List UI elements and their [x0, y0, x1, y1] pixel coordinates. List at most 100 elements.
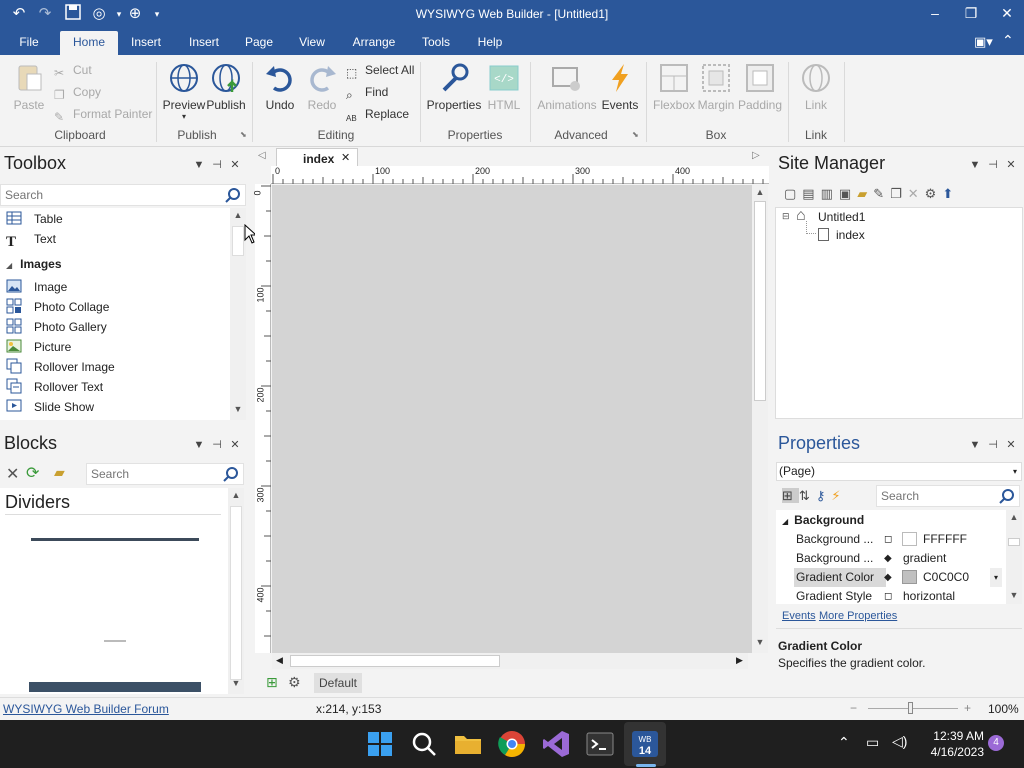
tab-arrange[interactable]: Arrange [346, 31, 402, 55]
redo-button[interactable]: Redo [302, 62, 342, 112]
layer-default-tab[interactable]: Default [314, 673, 362, 693]
format-painter-button[interactable]: ✎ Format Painter [54, 104, 152, 124]
close-icon[interactable]: ✕ [226, 158, 244, 171]
cut-button[interactable]: ✂ Cut [54, 60, 92, 80]
network-icon[interactable]: ▭ [866, 734, 879, 751]
panel-menu-icon[interactable]: ▼ [966, 439, 984, 451]
tab-insert[interactable]: Insert [124, 31, 168, 55]
dialog-launcher-icon[interactable]: ⬊ [632, 130, 639, 139]
duplicate-page-icon[interactable]: ❐ [890, 186, 908, 201]
scroll-down-icon[interactable]: ▼ [752, 637, 768, 647]
tab-view[interactable]: View [294, 31, 330, 55]
page-properties-icon[interactable]: ⚙ [925, 186, 943, 201]
move-up-icon[interactable]: ⬆ [942, 186, 959, 201]
block-divider-bar[interactable] [29, 682, 201, 692]
toolbox-search[interactable] [0, 184, 246, 206]
scroll-thumb[interactable] [230, 506, 242, 680]
pin-icon[interactable]: ⊣ [984, 158, 1002, 171]
zoom-out-icon[interactable]: − [850, 701, 857, 715]
terminal-icon[interactable] [584, 728, 616, 760]
tab-file[interactable]: File [8, 31, 50, 55]
properties-scrollbar[interactable]: ▲ ▼ [1006, 510, 1022, 604]
object-selector[interactable]: (Page) ▾ [776, 462, 1022, 481]
wrench-icon[interactable]: ⚷ [816, 488, 832, 503]
scroll-left-icon[interactable]: ◀ [276, 655, 283, 666]
clock-date[interactable]: 4/16/2023 [920, 745, 984, 759]
scroll-right-icon[interactable]: ▶ [736, 655, 743, 666]
properties-search-input[interactable] [881, 486, 992, 506]
file-explorer-icon[interactable] [452, 728, 484, 760]
scroll-down-icon[interactable]: ▼ [1006, 590, 1022, 600]
scroll-up-icon[interactable]: ▲ [230, 210, 246, 220]
scroll-thumb[interactable] [290, 655, 500, 667]
display-options-icon[interactable]: ▣▾ [974, 34, 993, 50]
link-button[interactable]: Link [794, 62, 838, 112]
property-category-background[interactable]: ◢ Background [782, 513, 864, 527]
toolbox-item-rollover-image[interactable]: Rollover Image [6, 357, 115, 377]
scroll-down-icon[interactable]: ▼ [230, 404, 246, 414]
property-row[interactable]: Background ... ◆ gradient [778, 549, 1008, 568]
toolbox-item-slide-show[interactable]: Slide Show [6, 397, 94, 417]
pin-icon[interactable]: ⊣ [208, 438, 226, 451]
windows-start-icon[interactable] [364, 728, 396, 760]
toolbox-item-picture[interactable]: Picture [6, 337, 71, 357]
zoom-slider-thumb[interactable] [908, 702, 913, 714]
replace-button[interactable]: AB Replace [346, 104, 409, 124]
find-button[interactable]: ⌕ Find [346, 82, 388, 102]
visual-studio-icon[interactable] [540, 728, 572, 760]
collapse-ribbon-icon[interactable]: ⌃ [1002, 32, 1014, 49]
page-template-icon[interactable]: ▣ [839, 186, 857, 201]
scroll-up-icon[interactable]: ▲ [1006, 512, 1022, 522]
lightning-icon[interactable]: ⚡ [831, 488, 846, 503]
toolbox-item-image[interactable]: Image [6, 277, 67, 297]
html-button[interactable]: </> HTML [484, 62, 524, 112]
add-layer-icon[interactable]: ⊞ [266, 674, 278, 691]
refresh-icon[interactable]: ⟳ [26, 463, 39, 483]
categorized-icon[interactable]: ⊞ [782, 488, 799, 503]
page-list-icon[interactable]: ▥ [821, 186, 839, 201]
forum-link[interactable]: WYSIWYG Web Builder Forum [3, 702, 169, 716]
events-button[interactable]: Events [600, 62, 640, 112]
delete-icon[interactable]: ✕ [6, 464, 19, 484]
animations-button[interactable]: Animations [536, 62, 598, 112]
property-row[interactable]: Background ... ◻ FFFFFF [778, 530, 1008, 549]
search-icon[interactable] [225, 187, 241, 203]
clock-time[interactable]: 12:39 AM [920, 729, 984, 743]
pin-icon[interactable]: ⊣ [208, 158, 226, 171]
blocks-scrollbar[interactable]: ▲ ▼ [228, 488, 244, 694]
dropdown-arrow-icon[interactable]: ▾ [990, 568, 1003, 587]
toolbox-item-rollover-text[interactable]: Rollover Text [6, 377, 103, 397]
dialog-launcher-icon[interactable]: ⬊ [240, 130, 247, 139]
close-icon[interactable]: ✕ [226, 438, 244, 451]
color-swatch[interactable] [902, 532, 917, 546]
folder-icon[interactable]: ▰ [54, 464, 65, 481]
scroll-up-icon[interactable]: ▲ [752, 187, 768, 197]
search-icon[interactable] [408, 728, 440, 760]
volume-icon[interactable]: ◁) [892, 733, 907, 750]
more-properties-link[interactable]: More Properties [819, 610, 897, 622]
panel-menu-icon[interactable]: ▼ [190, 159, 208, 171]
panel-menu-icon[interactable]: ▼ [966, 159, 984, 171]
close-tab-icon[interactable]: ✕ [341, 151, 350, 164]
tab-home[interactable]: Home [60, 31, 118, 55]
page-canvas[interactable] [272, 185, 752, 653]
color-swatch[interactable] [902, 570, 917, 584]
close-icon[interactable]: ✕ [1002, 158, 1020, 171]
paste-button[interactable]: Paste [10, 62, 48, 112]
tab-insert-2[interactable]: Insert [182, 31, 226, 55]
zoom-in-icon[interactable]: + [964, 701, 971, 715]
tree-collapse-icon[interactable]: ⊟ [782, 211, 790, 222]
wysiwyg-web-builder-icon[interactable]: WB14 [629, 728, 661, 760]
site-root-node[interactable]: Untitled1 [818, 210, 865, 224]
search-icon[interactable] [999, 488, 1015, 504]
sort-alpha-icon[interactable]: ⇅ [799, 488, 816, 503]
preview-button[interactable]: Preview ▾ [162, 62, 206, 121]
toolbox-item-photo-collage[interactable]: Photo Collage [6, 297, 109, 317]
scroll-thumb[interactable] [1008, 538, 1020, 546]
toolbox-item-photo-gallery[interactable]: Photo Gallery [6, 317, 107, 337]
blocks-search-input[interactable] [91, 464, 213, 484]
preview-dropdown-icon[interactable]: ▾ [162, 112, 206, 121]
chevron-up-icon[interactable]: ⌃ [838, 734, 850, 751]
canvas-vscrollbar[interactable]: ▲ ▼ [752, 185, 768, 653]
property-row-selected[interactable]: Gradient Color ◆ C0C0C0 ▾ [778, 568, 1008, 587]
